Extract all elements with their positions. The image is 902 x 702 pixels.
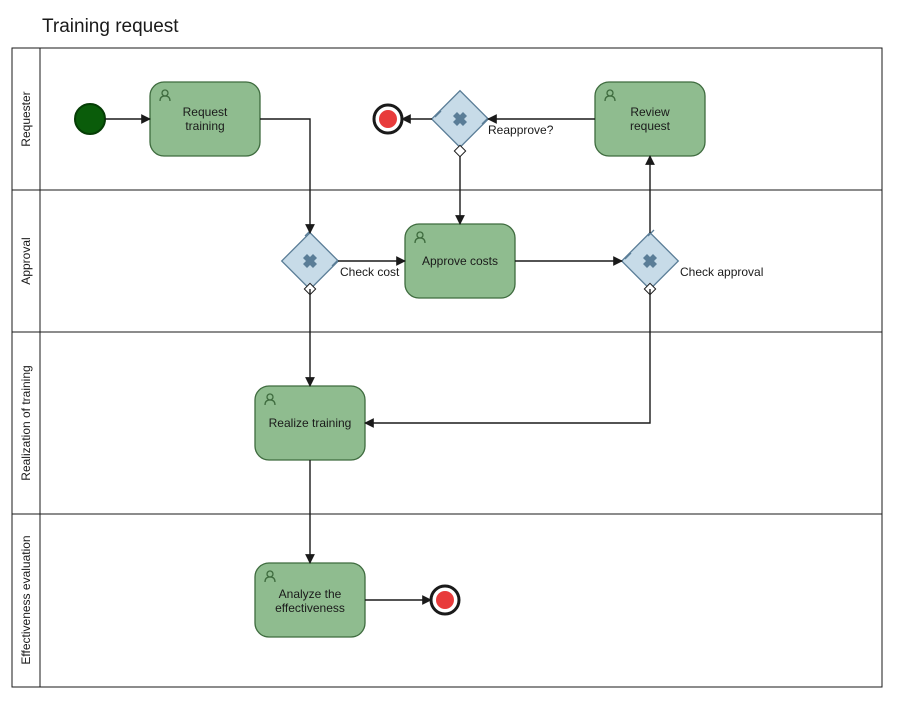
lane-label-effectiveness: Effectiveness evaluation: [19, 535, 33, 664]
task-label-review-request-l1: Review: [630, 105, 670, 119]
diagram-title: Training request: [42, 16, 179, 37]
gateway-label-reapprove: Reapprove?: [488, 123, 554, 137]
task-label-approve-costs: Approve costs: [422, 254, 498, 268]
gateway-label-check-approval: Check approval: [680, 265, 763, 279]
lane-label-realization: Realization of training: [19, 365, 33, 480]
task-label-analyze-l1: Analyze the: [279, 587, 342, 601]
lane-body-effectiveness: [40, 514, 882, 687]
task-label-request-training-l2: training: [185, 119, 224, 133]
lane-label-requester: Requester: [19, 91, 33, 146]
bpmn-diagram: Training request Requester Approval Real…: [0, 0, 902, 702]
task-label-analyze-l2: effectiveness: [275, 601, 345, 615]
gateway-label-check-cost: Check cost: [340, 265, 400, 279]
task-label-review-request-l2: request: [630, 119, 671, 133]
task-label-realize-training: Realize training: [269, 416, 352, 430]
task-label-request-training-l1: Request: [183, 105, 228, 119]
start-event[interactable]: [75, 104, 105, 134]
lane-label-approval: Approval: [19, 237, 33, 284]
